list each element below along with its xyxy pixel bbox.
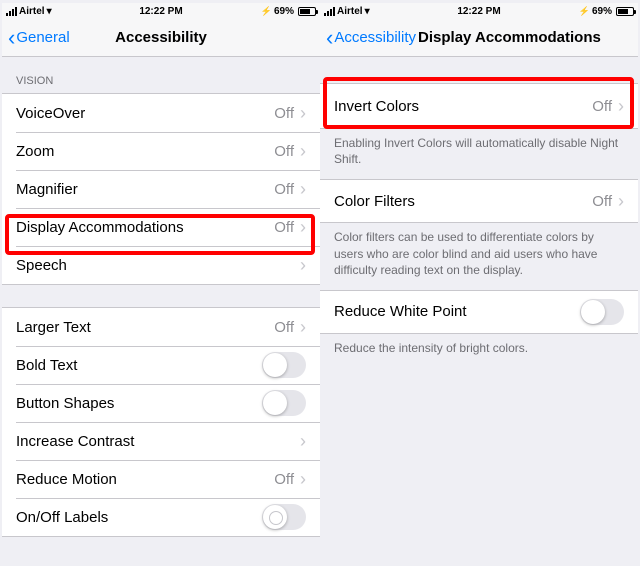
row-label: Reduce White Point bbox=[334, 303, 467, 320]
row-label: Invert Colors bbox=[334, 98, 419, 115]
row-label: Speech bbox=[16, 257, 67, 274]
row-button-shapes[interactable]: Button Shapes bbox=[2, 384, 320, 422]
row-label: Display Accommodations bbox=[16, 219, 184, 236]
right-screen: Airtel ▾ 12:22 PM ⚡ 69% ‹ Accessibility … bbox=[320, 3, 638, 563]
chevron-right-icon: › bbox=[300, 141, 306, 162]
text-group: Larger Text Off › Bold Text Button Shape… bbox=[2, 307, 320, 537]
row-value: Off bbox=[592, 98, 612, 115]
row-larger-text[interactable]: Larger Text Off › bbox=[2, 308, 320, 346]
page-title: Display Accommodations bbox=[418, 29, 601, 46]
row-label: Magnifier bbox=[16, 181, 78, 198]
row-reduce-motion[interactable]: Reduce Motion Off › bbox=[2, 460, 320, 498]
row-label: Reduce Motion bbox=[16, 471, 117, 488]
row-reduce-white-point[interactable]: Reduce White Point bbox=[320, 291, 638, 333]
row-value: Off bbox=[274, 143, 294, 160]
chevron-right-icon: › bbox=[300, 103, 306, 124]
wifi-icon: ▾ bbox=[47, 6, 52, 17]
chevron-right-icon: › bbox=[300, 317, 306, 338]
row-label: Button Shapes bbox=[16, 395, 114, 412]
row-speech[interactable]: Speech › bbox=[2, 246, 320, 284]
reduce-white-toggle[interactable] bbox=[580, 299, 624, 325]
row-value: Off bbox=[274, 181, 294, 198]
reduce-white-footer: Reduce the intensity of bright colors. bbox=[320, 334, 638, 368]
chevron-left-icon: ‹ bbox=[326, 27, 333, 49]
reduce-white-group: Reduce White Point bbox=[320, 290, 638, 334]
back-label: General bbox=[16, 29, 69, 46]
chevron-right-icon: › bbox=[300, 431, 306, 452]
carrier-label: Airtel bbox=[337, 6, 363, 17]
status-bar: Airtel ▾ 12:22 PM ⚡ 69% bbox=[2, 3, 320, 19]
charging-icon: ⚡ bbox=[579, 6, 590, 17]
row-label: Zoom bbox=[16, 143, 54, 160]
back-label: Accessibility bbox=[334, 29, 416, 46]
row-label: Increase Contrast bbox=[16, 433, 134, 450]
left-screen: Airtel ▾ 12:22 PM ⚡ 69% ‹ General Access… bbox=[2, 3, 320, 563]
row-invert-colors[interactable]: Invert Colors Off › bbox=[320, 84, 638, 128]
battery-pct: 69% bbox=[592, 6, 612, 17]
invert-footer: Enabling Invert Colors will automaticall… bbox=[320, 129, 638, 179]
chevron-right-icon: › bbox=[300, 217, 306, 238]
row-value: Off bbox=[274, 219, 294, 236]
row-color-filters[interactable]: Color Filters Off › bbox=[320, 180, 638, 222]
bold-text-toggle[interactable] bbox=[262, 352, 306, 378]
charging-icon: ⚡ bbox=[261, 6, 272, 17]
row-label: VoiceOver bbox=[16, 105, 85, 122]
row-value: Off bbox=[274, 319, 294, 336]
signal-icon bbox=[324, 7, 335, 16]
row-magnifier[interactable]: Magnifier Off › bbox=[2, 170, 320, 208]
vision-group: VoiceOver Off › Zoom Off › Magnifier Off… bbox=[2, 93, 320, 285]
back-button[interactable]: ‹ General bbox=[8, 27, 70, 49]
battery-pct: 69% bbox=[274, 6, 294, 17]
row-value: Off bbox=[274, 471, 294, 488]
row-display-accommodations[interactable]: Display Accommodations Off › bbox=[2, 208, 320, 246]
row-voiceover[interactable]: VoiceOver Off › bbox=[2, 94, 320, 132]
row-value: Off bbox=[274, 105, 294, 122]
row-increase-contrast[interactable]: Increase Contrast › bbox=[2, 422, 320, 460]
chevron-right-icon: › bbox=[300, 179, 306, 200]
row-bold-text[interactable]: Bold Text bbox=[2, 346, 320, 384]
row-label: Color Filters bbox=[334, 193, 415, 210]
onoff-labels-toggle[interactable] bbox=[262, 504, 306, 530]
chevron-right-icon: › bbox=[618, 96, 624, 117]
nav-bar: ‹ General Accessibility bbox=[2, 19, 320, 57]
color-filters-footer: Color filters can be used to differentia… bbox=[320, 223, 638, 290]
button-shapes-toggle[interactable] bbox=[262, 390, 306, 416]
battery-icon bbox=[298, 7, 316, 16]
invert-group: Invert Colors Off › bbox=[320, 83, 638, 129]
wifi-icon: ▾ bbox=[365, 6, 370, 17]
row-zoom[interactable]: Zoom Off › bbox=[2, 132, 320, 170]
row-label: Bold Text bbox=[16, 357, 77, 374]
battery-icon bbox=[616, 7, 634, 16]
nav-bar: ‹ Accessibility Display Accommodations bbox=[320, 19, 638, 57]
status-bar: Airtel ▾ 12:22 PM ⚡ 69% bbox=[320, 3, 638, 19]
color-filters-group: Color Filters Off › bbox=[320, 179, 638, 223]
row-value: Off bbox=[592, 193, 612, 210]
section-header-vision: VISION bbox=[2, 57, 320, 93]
chevron-right-icon: › bbox=[618, 191, 624, 212]
signal-icon bbox=[6, 7, 17, 16]
chevron-right-icon: › bbox=[300, 469, 306, 490]
carrier-label: Airtel bbox=[19, 6, 45, 17]
back-button[interactable]: ‹ Accessibility bbox=[326, 27, 416, 49]
row-label: On/Off Labels bbox=[16, 509, 108, 526]
row-onoff-labels[interactable]: On/Off Labels bbox=[2, 498, 320, 536]
chevron-right-icon: › bbox=[300, 255, 306, 276]
row-label: Larger Text bbox=[16, 319, 91, 336]
chevron-left-icon: ‹ bbox=[8, 27, 15, 49]
